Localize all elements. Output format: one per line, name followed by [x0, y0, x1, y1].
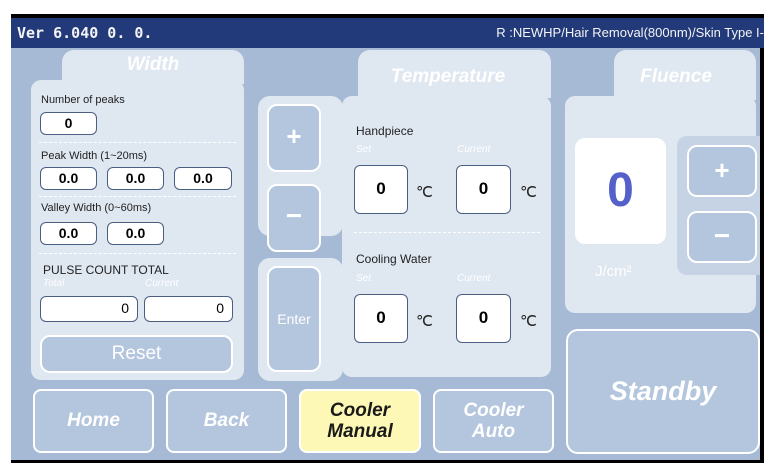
standby-button[interactable]: Standby: [566, 329, 760, 454]
pulse-total-sublabel: Total: [43, 278, 65, 289]
handpiece-current-sublabel: Current: [457, 144, 491, 155]
enter-button[interactable]: Enter: [267, 266, 321, 372]
handpiece-label: Handpiece: [356, 124, 414, 138]
peaks-label: Number of peaks: [41, 94, 125, 106]
minus-button[interactable]: −: [267, 184, 321, 252]
cooler-auto-line2: Auto: [471, 421, 516, 442]
peak-width-field-3[interactable]: 0.0: [174, 167, 232, 190]
plus-button[interactable]: +: [267, 104, 321, 172]
temperature-panel-title: Temperature: [390, 66, 506, 87]
fluence-panel-title: Fluence: [640, 66, 712, 87]
mode-label: R :NEWHP/Hair Removal(800nm)/Skin Type I…: [496, 25, 764, 40]
fluence-value-display: 0: [575, 138, 666, 244]
cooling-current-field[interactable]: 0: [456, 294, 511, 343]
peak-width-field-2[interactable]: 0.0: [107, 167, 164, 190]
pulse-total-field[interactable]: 0: [40, 296, 138, 322]
celsius-unit: ℃: [520, 313, 537, 330]
divider: [39, 253, 236, 254]
cooler-manual-line1: Cooler: [329, 400, 391, 421]
temperature-panel: Handpiece Set Current 0 ℃ 0 ℃ Cooling Wa…: [342, 96, 551, 377]
cooler-auto-button[interactable]: Cooler Auto: [433, 389, 554, 453]
cooling-set-field[interactable]: 0: [354, 294, 408, 343]
fluence-minus-button[interactable]: −: [687, 211, 757, 263]
divider: [39, 196, 236, 197]
main-screen: Width Number of peaks 0 Peak Width (1~20…: [11, 48, 760, 460]
width-panel-title: Width: [126, 54, 180, 75]
cooling-current-sublabel: Current: [457, 273, 491, 284]
fluence-plus-button[interactable]: +: [687, 145, 757, 197]
version-label: Ver 6.040 0. 0.: [17, 24, 153, 42]
celsius-unit: ℃: [416, 184, 433, 201]
peaks-field[interactable]: 0: [40, 112, 97, 135]
reset-button[interactable]: Reset: [40, 335, 233, 373]
celsius-unit: ℃: [520, 184, 537, 201]
peak-width-label: Peak Width (1~20ms): [41, 150, 148, 162]
cooler-auto-line1: Cooler: [463, 400, 524, 421]
home-button[interactable]: Home: [33, 389, 154, 453]
cooling-set-sublabel: Set: [356, 273, 372, 284]
pulse-current-sublabel: Current: [145, 278, 179, 289]
divider: [39, 142, 236, 143]
celsius-unit: ℃: [416, 313, 433, 330]
pulse-count-label: PULSE COUNT TOTAL: [43, 263, 169, 277]
divider: [354, 232, 540, 233]
valley-width-field-2[interactable]: 0.0: [107, 222, 164, 245]
pulse-current-field[interactable]: 0: [144, 296, 233, 322]
back-button[interactable]: Back: [166, 389, 287, 453]
peak-width-field-1[interactable]: 0.0: [40, 167, 97, 190]
title-bar: Ver 6.040 0. 0. R :NEWHP/Hair Removal(80…: [11, 18, 764, 48]
cooler-manual-button[interactable]: Cooler Manual: [299, 389, 421, 453]
cooler-manual-line2: Manual: [327, 421, 393, 442]
width-panel: Number of peaks 0 Peak Width (1~20ms) 0.…: [31, 80, 244, 380]
handpiece-set-sublabel: Set: [356, 144, 372, 155]
cooling-water-label: Cooling Water: [356, 252, 432, 266]
valley-width-field-1[interactable]: 0.0: [40, 222, 97, 245]
fluence-unit: J/cm²: [595, 263, 632, 280]
handpiece-current-field[interactable]: 0: [456, 165, 511, 214]
handpiece-set-field[interactable]: 0: [354, 165, 408, 214]
valley-width-label: Valley Width (0~60ms): [41, 202, 152, 214]
